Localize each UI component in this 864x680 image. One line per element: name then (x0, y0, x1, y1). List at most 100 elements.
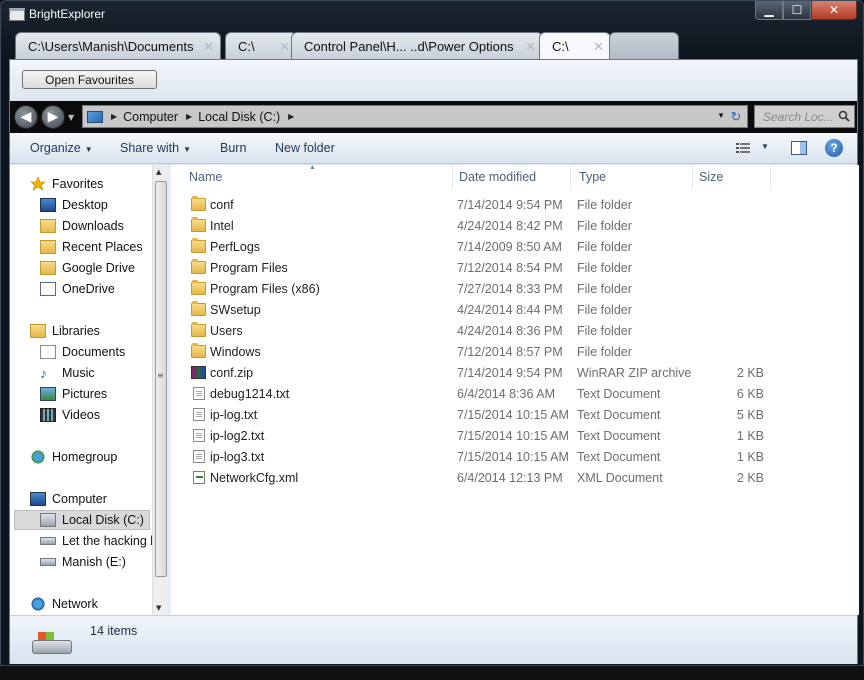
file-type: WinRAR ZIP archive (577, 366, 692, 380)
search-input[interactable]: Search Loc... (754, 105, 855, 128)
file-row[interactable]: SWsetup 4/24/2014 8:44 PM File folder (171, 300, 859, 321)
file-row[interactable]: Program Files 7/12/2014 8:54 PM File folde… (171, 258, 859, 279)
tab-close-icon[interactable]: ✕ (593, 39, 604, 55)
search-icon[interactable] (838, 110, 850, 122)
folder-icon (191, 238, 206, 253)
maximize-button[interactable]: ☐ (783, 1, 811, 20)
nav-favorites[interactable]: Favorites (30, 174, 103, 194)
onedrive-icon (40, 282, 56, 296)
refresh-icon[interactable]: ↻ (727, 108, 745, 125)
nav-computer[interactable]: Computer (30, 489, 107, 509)
file-row[interactable]: debug1214.txt 6/4/2014 8:36 AM Text Docume… (171, 384, 859, 405)
file-row[interactable]: ip-log3.txt 7/15/2014 10:15 AM Text Docume… (171, 447, 859, 468)
file-row[interactable]: PerfLogs 7/14/2009 8:50 AM File folder (171, 237, 859, 258)
forward-arrow-icon[interactable]: ▶ (41, 105, 65, 129)
breadcrumb-local-disk[interactable]: Local Disk (C:) (198, 110, 280, 124)
minimize-button[interactable]: ▁ (755, 1, 783, 20)
breadcrumb-computer[interactable]: Computer (123, 110, 178, 124)
scroll-up-icon[interactable]: ▲ (156, 168, 161, 176)
tab-c-drive[interactable]: C:\ ✕ (225, 32, 297, 59)
file-row[interactable]: Program Files (x86) 7/27/2014 8:33 PM File… (171, 279, 859, 300)
recent-pages-dropdown-icon[interactable]: ▼ (68, 113, 74, 122)
address-bar[interactable]: ▶ Computer ▶ Local Disk (C:) ▶ ▼ ↻ (82, 105, 748, 128)
nav-homegroup[interactable]: Homegroup (30, 447, 117, 467)
tab-close-icon[interactable]: ✕ (525, 39, 536, 55)
tab-close-icon[interactable]: ✕ (203, 39, 214, 55)
file-date-modified: 6/4/2014 12:13 PM (457, 471, 563, 485)
column-type[interactable]: Type (571, 165, 693, 189)
organize-menu[interactable]: Organize ▼ (30, 141, 93, 155)
views-dropdown-icon[interactable]: ▼ (761, 142, 769, 151)
tab-label: C:\ (238, 38, 255, 54)
scroll-down-icon[interactable]: ▼ (156, 604, 161, 612)
nav-google-drive[interactable]: Google Drive (40, 258, 135, 278)
breadcrumb-separator-icon[interactable]: ▶ (288, 112, 294, 121)
file-date-modified: 7/14/2009 8:50 AM (457, 240, 562, 254)
nav-desktop[interactable]: Desktop (40, 195, 108, 215)
nav-label: Downloads (62, 219, 124, 233)
tab-close-icon[interactable]: ✕ (279, 39, 290, 55)
file-row[interactable]: ip-log2.txt 7/15/2014 10:15 AM Text Docume… (171, 426, 859, 447)
nav-drive-manish-e[interactable]: Manish (E:) (40, 552, 126, 572)
file-row[interactable]: Intel 4/24/2014 8:42 PM File folder (171, 216, 859, 237)
burn-button[interactable]: Burn (220, 141, 246, 155)
new-tab-button[interactable] (609, 32, 679, 59)
tab-documents[interactable]: C:\Users\Manish\Documents ✕ (15, 32, 221, 59)
file-date-modified: 4/24/2014 8:36 PM (457, 324, 563, 338)
tab-power-options[interactable]: Control Panel\H... ..d\Power Options ✕ (291, 32, 543, 59)
share-with-menu[interactable]: Share with ▼ (120, 141, 191, 155)
nav-network[interactable]: Network (30, 594, 98, 614)
desktop-icon (40, 198, 56, 212)
nav-downloads[interactable]: Downloads (40, 216, 124, 236)
drive-icon (32, 632, 72, 656)
file-row[interactable]: conf 7/14/2014 9:54 PM File folder (171, 195, 859, 216)
nav-drive-hacking[interactable]: Let the hacking b (40, 531, 157, 551)
nav-libraries[interactable]: Libraries (30, 321, 100, 341)
breadcrumb-separator-icon[interactable]: ▶ (186, 112, 192, 121)
nav-recent-places[interactable]: Recent Places (40, 237, 143, 257)
open-favourites-button[interactable]: Open Favourites (22, 70, 157, 89)
column-date-modified[interactable]: Date modified (451, 165, 571, 189)
nav-label: Let the hacking b (62, 534, 158, 548)
title-bar[interactable]: BrightExplorer ▁ ☐ ✕ (1, 1, 863, 29)
preview-pane-icon[interactable] (791, 141, 807, 155)
file-row[interactable]: Users 4/24/2014 8:36 PM File folder (171, 321, 859, 342)
nav-pictures[interactable]: Pictures (40, 384, 107, 404)
file-name: Intel (210, 219, 234, 233)
file-date-modified: 7/12/2014 8:57 PM (457, 345, 563, 359)
documents-icon (40, 345, 56, 359)
address-dropdown-icon[interactable]: ▼ (717, 111, 725, 120)
nav-label: OneDrive (62, 282, 115, 296)
file-size: 5 KB (736, 408, 764, 422)
nav-videos[interactable]: Videos (40, 405, 100, 425)
nav-label: Music (62, 366, 95, 380)
file-row[interactable]: NetworkCfg.xml 6/4/2014 12:13 PM XML Docum… (171, 468, 859, 489)
file-row[interactable]: ip-log.txt 7/15/2014 10:15 AM Text Documen… (171, 405, 859, 426)
new-folder-button[interactable]: New folder (275, 141, 335, 155)
navigation-bar: ◀ ▶ ▼ ▶ Computer ▶ Local Disk (C:) ▶ ▼ ↻… (10, 101, 857, 133)
breadcrumb-separator-icon[interactable]: ▶ (111, 112, 117, 121)
scroll-grip-icon: ≡ (157, 371, 164, 380)
folder-icon (191, 322, 206, 337)
text-file-icon (193, 429, 205, 442)
help-icon[interactable]: ? (825, 139, 843, 157)
nav-label: Computer (52, 492, 107, 506)
close-button[interactable]: ✕ (811, 1, 857, 20)
back-arrow-icon[interactable]: ◀ (14, 105, 38, 129)
nav-documents[interactable]: Documents (40, 342, 125, 362)
details-pane: 14 items (10, 615, 857, 664)
views-icon[interactable] (736, 143, 750, 154)
file-row[interactable]: conf.zip 7/14/2014 9:54 PM WinRAR ZIP arch… (171, 363, 859, 384)
file-row[interactable]: Windows 7/12/2014 8:57 PM File folder (171, 342, 859, 363)
file-name: Program Files (x86) (210, 282, 320, 296)
nav-music[interactable]: ♪ Music (40, 363, 95, 383)
drive-icon (40, 513, 56, 527)
file-size: 1 KB (736, 429, 764, 443)
nav-local-disk-c[interactable]: Local Disk (C:) (14, 510, 150, 530)
nav-scrollbar[interactable]: ▲ ≡ ▼ (152, 165, 168, 615)
tab-c-drive-active[interactable]: C:\ ✕ (539, 32, 611, 60)
file-type: Text Document (577, 429, 661, 443)
column-name[interactable]: Name (181, 165, 453, 189)
nav-onedrive[interactable]: OneDrive (40, 279, 115, 299)
column-size[interactable]: Size (691, 165, 771, 189)
